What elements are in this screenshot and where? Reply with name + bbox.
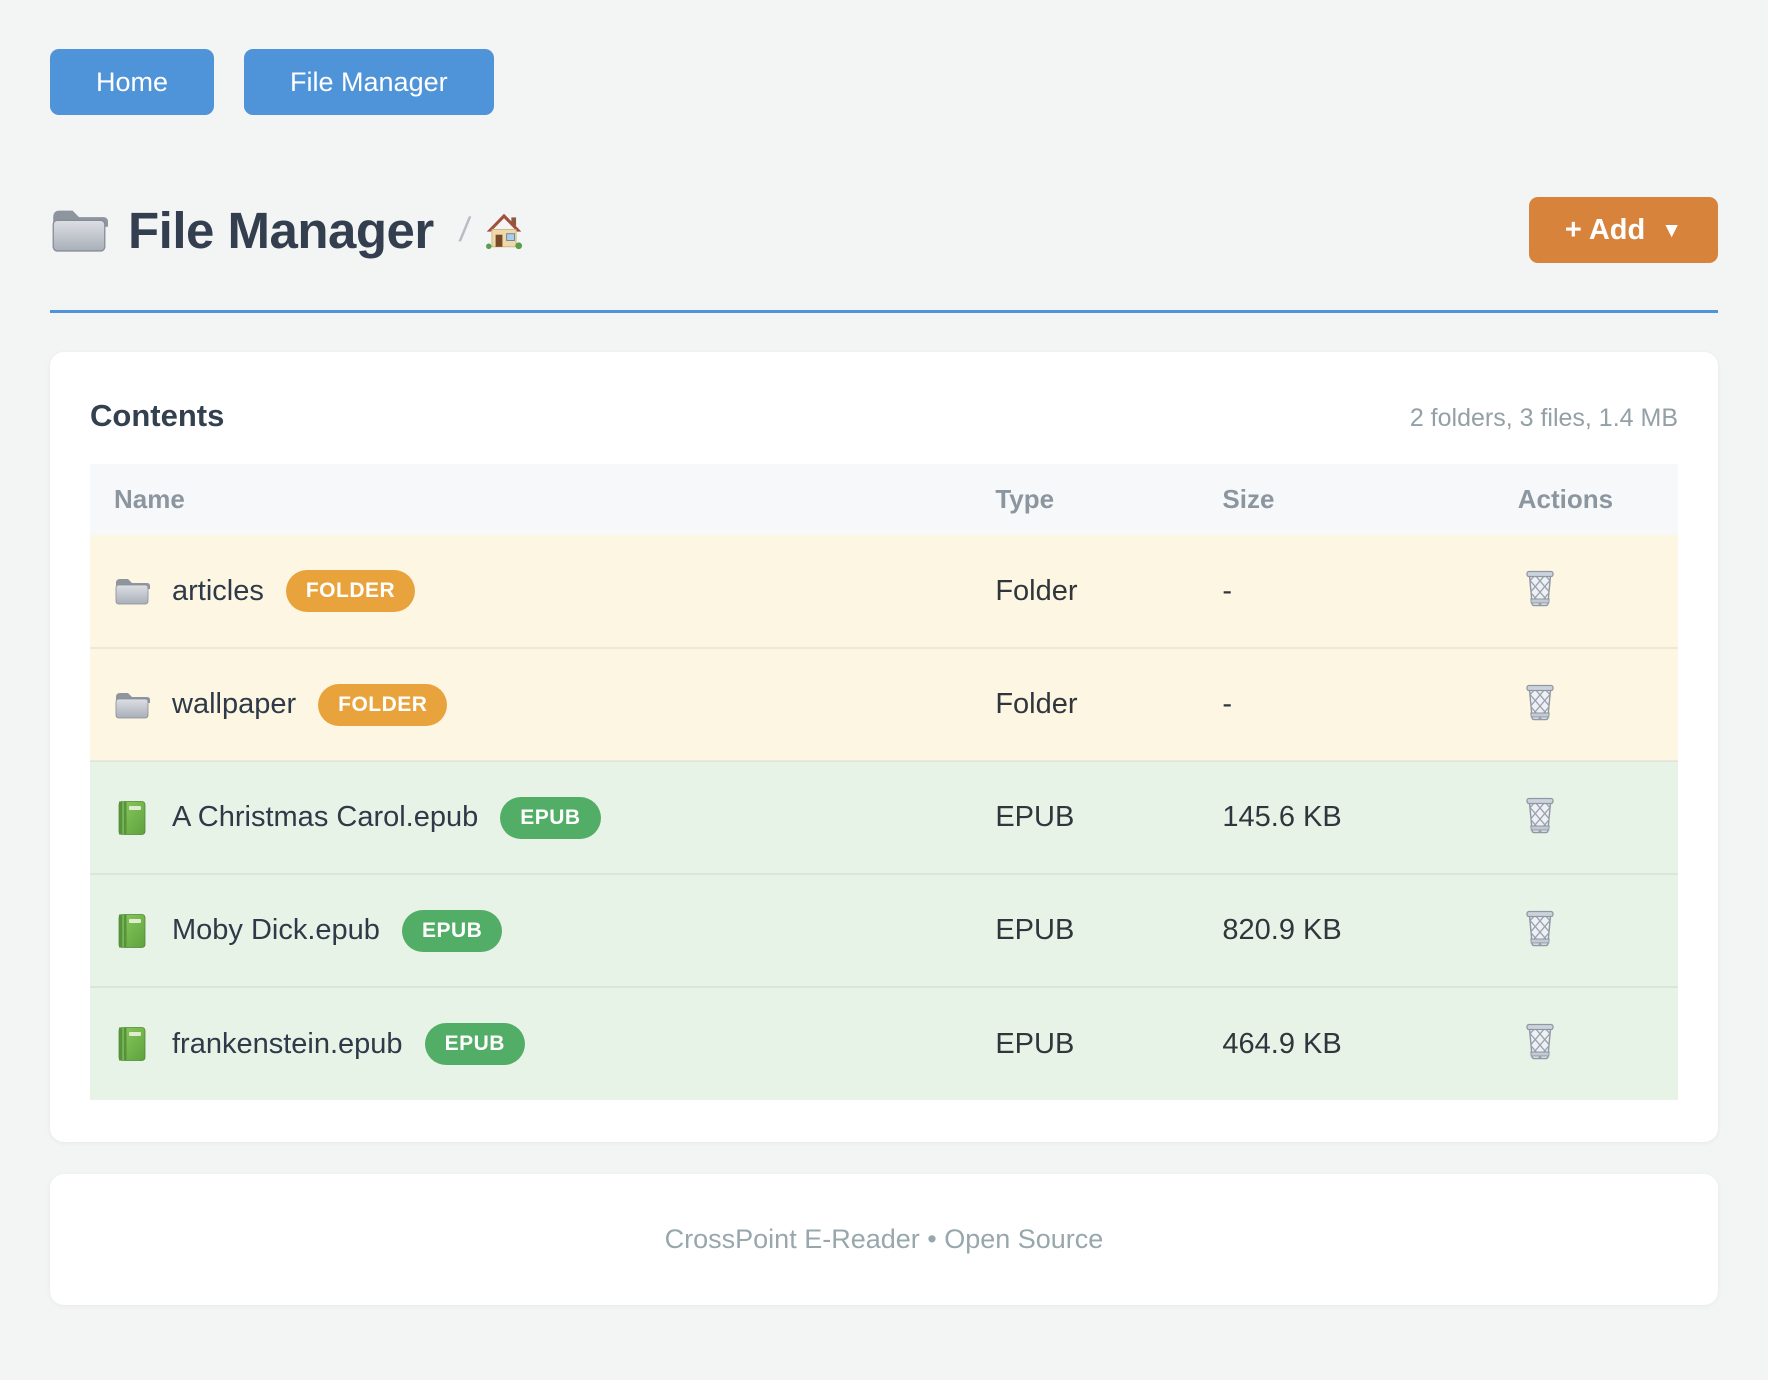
contents-card-header: Contents 2 folders, 3 files, 1.4 MB: [90, 398, 1678, 434]
type-badge: EPUB: [500, 797, 600, 839]
title-group: File Manager /: [50, 201, 1529, 260]
contents-table-body: articles FOLDER Folder - wallpaper FOLDE…: [90, 535, 1678, 1100]
accent-divider: [50, 310, 1718, 313]
file-type: Folder: [971, 535, 1198, 648]
trash-icon: [1522, 794, 1558, 834]
file-type: Folder: [971, 648, 1198, 761]
contents-heading: Contents: [90, 398, 224, 434]
delete-button[interactable]: [1522, 567, 1558, 607]
trash-icon: [1522, 567, 1558, 607]
file-size: -: [1198, 535, 1493, 648]
table-row[interactable]: A Christmas Carol.epub EPUB EPUB 145.6 K…: [90, 761, 1678, 874]
table-row[interactable]: Moby Dick.epub EPUB EPUB 820.9 KB: [90, 874, 1678, 987]
house-icon[interactable]: [483, 209, 525, 251]
delete-button[interactable]: [1522, 794, 1558, 834]
column-header-name: Name: [90, 464, 971, 535]
page-header: File Manager / + Add ▼: [50, 197, 1718, 263]
folder-icon: [114, 687, 150, 723]
table-row[interactable]: articles FOLDER Folder -: [90, 535, 1678, 648]
footer-text: CrossPoint E-Reader • Open Source: [665, 1224, 1104, 1255]
trash-icon: [1522, 907, 1558, 947]
file-size: -: [1198, 648, 1493, 761]
chevron-down-icon: ▼: [1661, 219, 1682, 243]
table-header-row: Name Type Size Actions: [90, 464, 1678, 535]
folder-icon: [114, 573, 150, 609]
files-table: Name Type Size Actions articles FOLDER F…: [90, 464, 1678, 1100]
file-name: Moby Dick.epub: [172, 914, 380, 947]
column-header-size: Size: [1198, 464, 1493, 535]
breadcrumb-separator: /: [457, 211, 472, 250]
file-type: EPUB: [971, 761, 1198, 874]
folder-icon: [50, 205, 108, 255]
page-title: File Manager: [128, 201, 434, 260]
file-manager-button[interactable]: File Manager: [244, 49, 494, 115]
add-button-label: + Add: [1565, 214, 1645, 247]
top-nav: Home File Manager: [50, 0, 1718, 115]
delete-button[interactable]: [1522, 681, 1558, 721]
type-badge: EPUB: [425, 1023, 525, 1065]
file-size: 145.6 KB: [1198, 761, 1493, 874]
home-button[interactable]: Home: [50, 49, 214, 115]
file-type: EPUB: [971, 987, 1198, 1100]
delete-button[interactable]: [1522, 1020, 1558, 1060]
trash-icon: [1522, 1020, 1558, 1060]
trash-icon: [1522, 681, 1558, 721]
file-size: 820.9 KB: [1198, 874, 1493, 987]
type-badge: FOLDER: [286, 570, 415, 612]
type-badge: FOLDER: [318, 684, 447, 726]
file-name: A Christmas Carol.epub: [172, 801, 478, 834]
table-row[interactable]: frankenstein.epub EPUB EPUB 464.9 KB: [90, 987, 1678, 1100]
page: Home File Manager File Manager / + Add ▼…: [0, 0, 1768, 1305]
file-name: wallpaper: [172, 688, 296, 721]
table-row[interactable]: wallpaper FOLDER Folder -: [90, 648, 1678, 761]
delete-button[interactable]: [1522, 907, 1558, 947]
column-header-type: Type: [971, 464, 1198, 535]
type-badge: EPUB: [402, 910, 502, 952]
contents-summary: 2 folders, 3 files, 1.4 MB: [1410, 404, 1678, 433]
file-type: EPUB: [971, 874, 1198, 987]
book-icon: [114, 913, 150, 949]
breadcrumb: /: [460, 209, 525, 251]
book-icon: [114, 800, 150, 836]
file-size: 464.9 KB: [1198, 987, 1493, 1100]
contents-card: Contents 2 folders, 3 files, 1.4 MB Name…: [50, 352, 1718, 1142]
file-name: articles: [172, 575, 264, 608]
file-name: frankenstein.epub: [172, 1028, 403, 1061]
add-button[interactable]: + Add ▼: [1529, 197, 1718, 263]
column-header-actions: Actions: [1494, 464, 1678, 535]
footer: CrossPoint E-Reader • Open Source: [50, 1174, 1718, 1305]
book-icon: [114, 1026, 150, 1062]
